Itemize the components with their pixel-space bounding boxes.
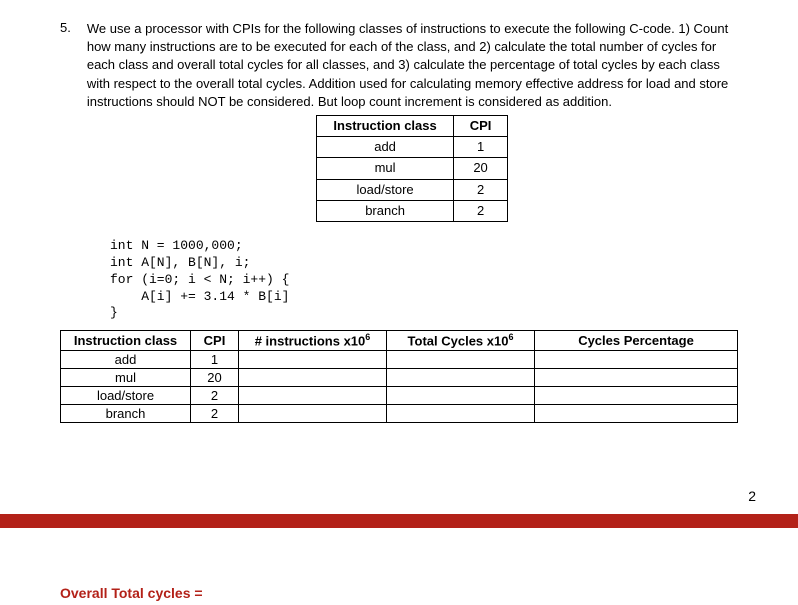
cell-instructions — [239, 368, 387, 386]
header-cpi: CPI — [453, 115, 508, 136]
cell-instructions — [239, 386, 387, 404]
page-content: 5. We use a processor with CPIs for the … — [0, 0, 798, 423]
cpi-table: Instruction class CPI add 1 mul 20 load/… — [316, 115, 508, 222]
cell-class: add — [317, 137, 453, 158]
cell-total — [387, 368, 535, 386]
cell-cpi: 2 — [453, 200, 508, 221]
header-cpi: CPI — [191, 331, 239, 350]
header-total-cycles: Total Cycles x106 — [387, 331, 535, 350]
question-body: We use a processor with CPIs for the fol… — [87, 20, 738, 222]
header-class: Instruction class — [61, 331, 191, 350]
table-row: branch 2 — [61, 404, 738, 422]
cell-total — [387, 350, 535, 368]
table-row: mul 20 — [61, 368, 738, 386]
cell-cpi: 1 — [453, 137, 508, 158]
page-number: 2 — [748, 488, 756, 504]
code-line: int N = 1000,000; — [110, 238, 243, 253]
cell-cpi: 2 — [191, 386, 239, 404]
cell-class: load/store — [61, 386, 191, 404]
cell-class: load/store — [317, 179, 453, 200]
calculation-table: Instruction class CPI # instructions x10… — [60, 330, 738, 422]
cell-total — [387, 404, 535, 422]
cell-total — [387, 386, 535, 404]
table-row: add 1 — [61, 350, 738, 368]
code-block: int N = 1000,000; int A[N], B[N], i; for… — [110, 238, 738, 322]
cell-class: mul — [61, 368, 191, 386]
cell-pct — [535, 386, 738, 404]
cell-instructions — [239, 404, 387, 422]
question-number: 5. — [60, 20, 71, 222]
code-line: } — [110, 305, 118, 320]
header-class: Instruction class — [317, 115, 453, 136]
cell-pct — [535, 404, 738, 422]
header-instructions: # instructions x106 — [239, 331, 387, 350]
question-text: We use a processor with CPIs for the fol… — [87, 20, 738, 111]
code-line: int A[N], B[N], i; — [110, 255, 250, 270]
table-row: mul 20 — [317, 158, 508, 179]
cell-class: mul — [317, 158, 453, 179]
table-row: branch 2 — [317, 200, 508, 221]
table-row: Instruction class CPI # instructions x10… — [61, 331, 738, 350]
cell-cpi: 2 — [453, 179, 508, 200]
overall-total-label: Overall Total cycles = — [60, 585, 203, 601]
code-line: A[i] += 3.14 * B[i] — [110, 289, 289, 304]
table-row: add 1 — [317, 137, 508, 158]
cell-pct — [535, 368, 738, 386]
cell-class: add — [61, 350, 191, 368]
header-cycles-percentage: Cycles Percentage — [535, 331, 738, 350]
divider-bar — [0, 514, 798, 528]
cell-class: branch — [61, 404, 191, 422]
cell-class: branch — [317, 200, 453, 221]
cell-cpi: 2 — [191, 404, 239, 422]
table-row: load/store 2 — [61, 386, 738, 404]
table-row: load/store 2 — [317, 179, 508, 200]
table-row: Instruction class CPI — [317, 115, 508, 136]
cell-pct — [535, 350, 738, 368]
cell-cpi: 1 — [191, 350, 239, 368]
cell-instructions — [239, 350, 387, 368]
code-line: for (i=0; i < N; i++) { — [110, 272, 289, 287]
cell-cpi: 20 — [453, 158, 508, 179]
question-block: 5. We use a processor with CPIs for the … — [60, 20, 738, 222]
cell-cpi: 20 — [191, 368, 239, 386]
